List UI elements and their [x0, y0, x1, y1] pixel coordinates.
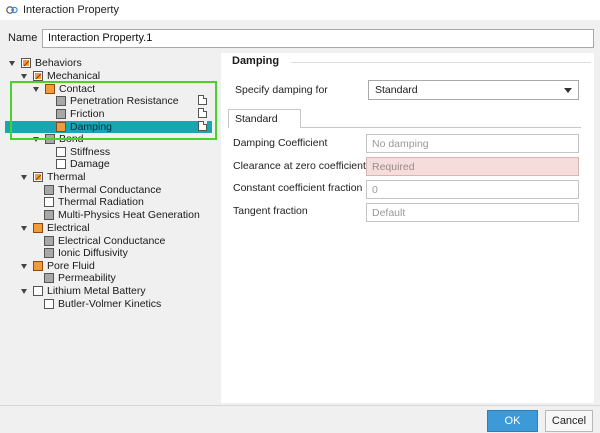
tree-item-butler-volmer[interactable]: Butler-Volmer Kinetics: [44, 297, 161, 310]
name-label: Name: [8, 32, 38, 44]
partial-check-icon[interactable]: [33, 70, 43, 81]
tree-label: Electrical Conductance: [58, 234, 166, 247]
tree-label: Electrical: [47, 221, 90, 234]
disabled-checkbox-icon: [44, 184, 54, 195]
tree-label: Friction: [70, 107, 105, 120]
damping-panel: [221, 53, 594, 403]
document-icon[interactable]: [198, 108, 207, 118]
damping-coefficient-label: Damping Coefficient: [233, 137, 328, 149]
collapse-arrow-icon[interactable]: [21, 287, 29, 295]
select-value: Standard: [375, 84, 418, 96]
tab-standard[interactable]: Standard: [228, 109, 301, 128]
disabled-checkbox-icon: [56, 108, 66, 119]
tangent-fraction-input[interactable]: Default: [366, 203, 579, 222]
collapse-arrow-icon[interactable]: [33, 135, 41, 143]
tree-item-bond[interactable]: Bond: [33, 132, 84, 145]
collapse-arrow-icon[interactable]: [21, 224, 29, 232]
clearance-input[interactable]: Required: [366, 157, 579, 176]
title-bar: Interaction Property: [0, 0, 600, 20]
tree-item-ionic-diffusivity[interactable]: Ionic Diffusivity: [44, 246, 128, 259]
collapse-arrow-icon[interactable]: [21, 262, 29, 270]
tangent-fraction-label: Tangent fraction: [233, 205, 308, 217]
section-divider: [291, 62, 591, 63]
tree-label: Stiffness: [70, 145, 111, 158]
collapse-arrow-icon[interactable]: [33, 85, 41, 93]
specify-damping-label: Specify damping for: [235, 84, 328, 96]
tree-item-permeability[interactable]: Permeability: [44, 271, 116, 284]
document-icon[interactable]: [198, 95, 207, 105]
collapse-arrow-icon[interactable]: [9, 59, 17, 67]
clearance-label: Clearance at zero coefficient: [233, 160, 366, 172]
checked-box-icon[interactable]: [33, 222, 43, 233]
disabled-checkbox-icon: [45, 133, 55, 144]
tree-label: Thermal: [47, 170, 86, 183]
constant-fraction-label: Constant coefficient fraction: [233, 182, 363, 194]
tree-label: Lithium Metal Battery: [47, 284, 146, 297]
disabled-checkbox-icon: [56, 95, 66, 106]
disabled-checkbox-icon: [44, 235, 54, 246]
window-title: Interaction Property: [23, 4, 119, 16]
checked-box-icon[interactable]: [45, 83, 55, 94]
damping-coefficient-input[interactable]: No damping: [366, 134, 579, 153]
tree-label: Ionic Diffusivity: [58, 246, 128, 259]
name-row: Name Interaction Property.1: [0, 26, 600, 50]
name-input[interactable]: Interaction Property.1: [42, 28, 594, 48]
disabled-checkbox-icon: [44, 272, 54, 283]
specify-damping-select[interactable]: Standard: [368, 80, 579, 100]
tree-item-damage[interactable]: Damage: [56, 157, 110, 170]
tree-item-electrical[interactable]: Electrical: [21, 221, 90, 234]
partial-check-icon[interactable]: [21, 57, 31, 68]
tree-item-penetration-resistance[interactable]: Penetration Resistance: [56, 94, 179, 107]
tree-label: Permeability: [58, 271, 116, 284]
tree-label: Damage: [70, 157, 110, 170]
tree-item-multiphysics-heat[interactable]: Multi-Physics Heat Generation: [44, 208, 200, 221]
ok-button[interactable]: OK: [487, 410, 538, 432]
tree-item-behaviors[interactable]: Behaviors: [9, 56, 82, 69]
tree-label: Contact: [59, 82, 96, 95]
checkbox[interactable]: [44, 298, 54, 309]
constant-fraction-input[interactable]: 0: [366, 180, 579, 199]
tree-item-thermal[interactable]: Thermal: [21, 170, 86, 183]
tree-label: Bond: [59, 132, 84, 145]
tree-label: Thermal Conductance: [58, 183, 162, 196]
tree-item-mechanical[interactable]: Mechanical: [21, 69, 100, 82]
tree-label: Pore Fluid: [47, 259, 95, 272]
disabled-checkbox-icon: [44, 209, 54, 220]
collapse-arrow-icon[interactable]: [21, 173, 29, 181]
checked-box-icon[interactable]: [33, 260, 43, 271]
chevron-down-icon: [564, 88, 572, 93]
document-icon[interactable]: [198, 121, 207, 131]
tree-label: Penetration Resistance: [70, 94, 179, 107]
tree-label: Mechanical: [47, 69, 101, 82]
checkbox[interactable]: [56, 146, 66, 157]
checkbox[interactable]: [56, 158, 66, 169]
checkbox[interactable]: [33, 285, 43, 296]
tree-item-thermal-radiation[interactable]: Thermal Radiation: [44, 195, 144, 208]
tree-item-friction[interactable]: Friction: [56, 107, 104, 120]
tree-label: Thermal Radiation: [58, 195, 144, 208]
checked-box-icon[interactable]: [56, 121, 66, 132]
collapse-arrow-icon[interactable]: [21, 72, 29, 80]
tree-label: Damping: [70, 120, 113, 133]
tree-label: Behaviors: [35, 56, 82, 69]
tree-label: Multi-Physics Heat Generation: [58, 208, 200, 221]
interaction-property-icon: [6, 6, 18, 14]
tree-label: Butler-Volmer Kinetics: [58, 297, 162, 310]
disabled-checkbox-icon: [44, 247, 54, 258]
tree-item-lithium-metal-battery[interactable]: Lithium Metal Battery: [21, 284, 146, 297]
checkbox[interactable]: [44, 196, 54, 207]
section-title: Damping: [232, 55, 280, 67]
cancel-button[interactable]: Cancel: [545, 410, 593, 432]
tab-divider: [300, 127, 581, 128]
partial-check-icon[interactable]: [33, 171, 43, 182]
